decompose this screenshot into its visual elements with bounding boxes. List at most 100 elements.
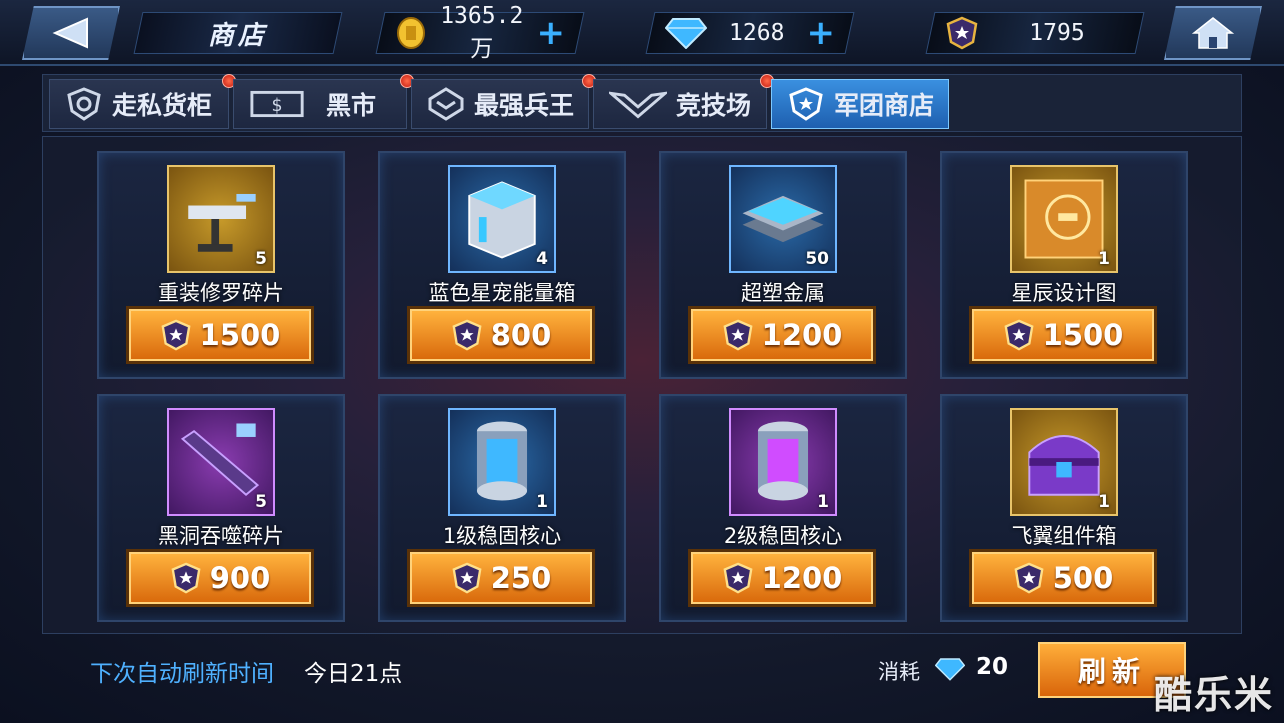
item-price: 800	[490, 318, 552, 352]
wings-icon	[609, 91, 667, 119]
page-title: 商店	[207, 20, 268, 51]
money-icon: $	[250, 90, 304, 118]
item-thumbnail: 1	[1010, 165, 1118, 273]
shop-item-card[interactable]: 1 飞翼组件箱 500	[940, 394, 1188, 622]
home-button[interactable]	[1164, 6, 1262, 60]
legion-badge-icon	[946, 16, 978, 50]
top-bar: 商店 1365.2万 + 1268 + 1795	[0, 0, 1284, 66]
legion-star-icon	[789, 87, 823, 121]
shop-footer: 下次自动刷新时间 今日21点 消耗 20 刷新	[42, 638, 1242, 708]
legion-badge-icon	[171, 562, 201, 594]
buy-price-button[interactable]: 900	[129, 552, 311, 604]
item-quantity: 1	[817, 492, 829, 512]
next-refresh-label: 下次自动刷新时间	[90, 661, 274, 687]
item-name: 2级稳固核心	[723, 524, 843, 548]
legion-point-amount: 1795	[1029, 20, 1085, 46]
shop-item-card[interactable]: 1 2级稳固核心 1200	[659, 394, 907, 622]
shop-item-card[interactable]: 50 超塑金属 1200	[659, 151, 907, 379]
item-quantity: 50	[805, 249, 829, 269]
item-quantity: 4	[536, 249, 548, 269]
legion-badge-icon	[1004, 319, 1034, 351]
tab-label: 黑市	[326, 91, 377, 120]
item-quantity: 5	[255, 492, 267, 512]
item-thumbnail: 1	[1010, 408, 1118, 516]
back-button[interactable]	[22, 6, 120, 60]
item-name: 蓝色星宠能量箱	[428, 281, 576, 305]
buy-price-button[interactable]: 250	[410, 552, 592, 604]
shop-item-grid: 5 重装修罗碎片 1500 4 蓝色星宠能量箱 800 50 超塑金属 1200…	[42, 136, 1242, 634]
buy-price-button[interactable]: 500	[972, 552, 1154, 604]
tab-label: 最强兵王	[474, 91, 575, 120]
gold-coin-icon	[397, 17, 425, 49]
tab-smuggle-cabinet[interactable]: 走私货柜	[49, 74, 236, 129]
legion-badge-icon	[723, 562, 753, 594]
legion-badge-icon	[723, 319, 753, 351]
svg-text:$: $	[271, 96, 282, 116]
coin-counter: 1365.2万 +	[375, 3, 585, 62]
shop-tab-bar: 走私货柜 $ 黑市 最强兵王 竞技场 军团商店	[42, 74, 1242, 132]
refresh-button-label: 刷新	[1077, 655, 1146, 688]
item-name: 1级稳固核心	[442, 524, 562, 548]
buy-price-button[interactable]: 1500	[972, 309, 1154, 361]
tab-label: 走私货柜	[112, 91, 213, 120]
tab-black-market[interactable]: $ 黑市	[233, 74, 414, 129]
shop-item-card[interactable]: 5 重装修罗碎片 1500	[97, 151, 345, 379]
diamond-icon	[935, 658, 965, 681]
item-thumbnail: 4	[448, 165, 556, 273]
item-price: 1200	[761, 318, 843, 352]
buy-price-button[interactable]: 1200	[691, 309, 873, 361]
shop-item-card[interactable]: 1 1级稳固核心 250	[378, 394, 626, 622]
refresh-cost-value: 20	[976, 654, 1009, 680]
legion-badge-icon	[452, 562, 482, 594]
back-arrow-icon	[52, 17, 88, 49]
legion-badge-icon	[161, 319, 191, 351]
shop-item-card[interactable]: 5 黑洞吞噬碎片 900	[97, 394, 345, 622]
page-title-box: 商店	[133, 12, 343, 54]
item-thumbnail: 5	[167, 408, 275, 516]
shop-item-card[interactable]: 4 蓝色星宠能量箱 800	[378, 151, 626, 379]
item-price: 900	[209, 561, 271, 595]
gem-counter: 1268 +	[645, 12, 855, 54]
add-coins-button[interactable]: +	[537, 13, 566, 53]
tab-label: 竞技场	[676, 91, 752, 120]
coin-amount: 1365.2万	[440, 3, 524, 62]
legion-badge-icon	[452, 319, 482, 351]
legion-point-counter: 1795	[925, 12, 1145, 54]
shop-item-card[interactable]: 1 星辰设计图 1500	[940, 151, 1188, 379]
tab-arena[interactable]: 竞技场	[593, 74, 774, 129]
shield-gear-icon	[67, 87, 101, 121]
item-thumbnail: 1	[729, 408, 837, 516]
buy-price-button[interactable]: 800	[410, 309, 592, 361]
item-quantity: 1	[536, 492, 548, 512]
buy-price-button[interactable]: 1500	[129, 309, 311, 361]
item-price: 1500	[1042, 318, 1124, 352]
gem-amount: 1268	[729, 20, 785, 46]
item-thumbnail: 5	[167, 165, 275, 273]
item-price: 250	[490, 561, 552, 595]
item-price: 500	[1052, 561, 1114, 595]
watermark: 酷乐米	[1153, 673, 1274, 717]
item-thumbnail: 1	[448, 408, 556, 516]
next-refresh-time: 今日21点	[304, 661, 403, 687]
add-gems-button[interactable]: +	[807, 13, 836, 53]
item-quantity: 1	[1098, 249, 1110, 269]
item-price: 1200	[761, 561, 843, 595]
item-name: 星辰设计图	[1011, 281, 1117, 305]
refresh-cost-label: 消耗	[878, 660, 920, 684]
item-name: 飞翼组件箱	[1011, 524, 1117, 548]
diamond-icon	[665, 18, 707, 49]
tab-legion-shop[interactable]: 军团商店	[771, 79, 949, 129]
legion-badge-icon	[1014, 562, 1044, 594]
home-icon	[1191, 17, 1235, 49]
buy-price-button[interactable]: 1200	[691, 552, 873, 604]
item-quantity: 5	[255, 249, 267, 269]
item-thumbnail: 50	[729, 165, 837, 273]
tab-strongest-soldier[interactable]: 最强兵王	[411, 74, 596, 129]
rank-chevron-icon	[428, 87, 464, 121]
tab-label: 军团商店	[834, 91, 935, 120]
item-quantity: 1	[1098, 492, 1110, 512]
item-price: 1500	[199, 318, 281, 352]
item-name: 超塑金属	[741, 281, 825, 305]
item-name: 黑洞吞噬碎片	[158, 524, 284, 548]
item-name: 重装修罗碎片	[158, 281, 284, 305]
